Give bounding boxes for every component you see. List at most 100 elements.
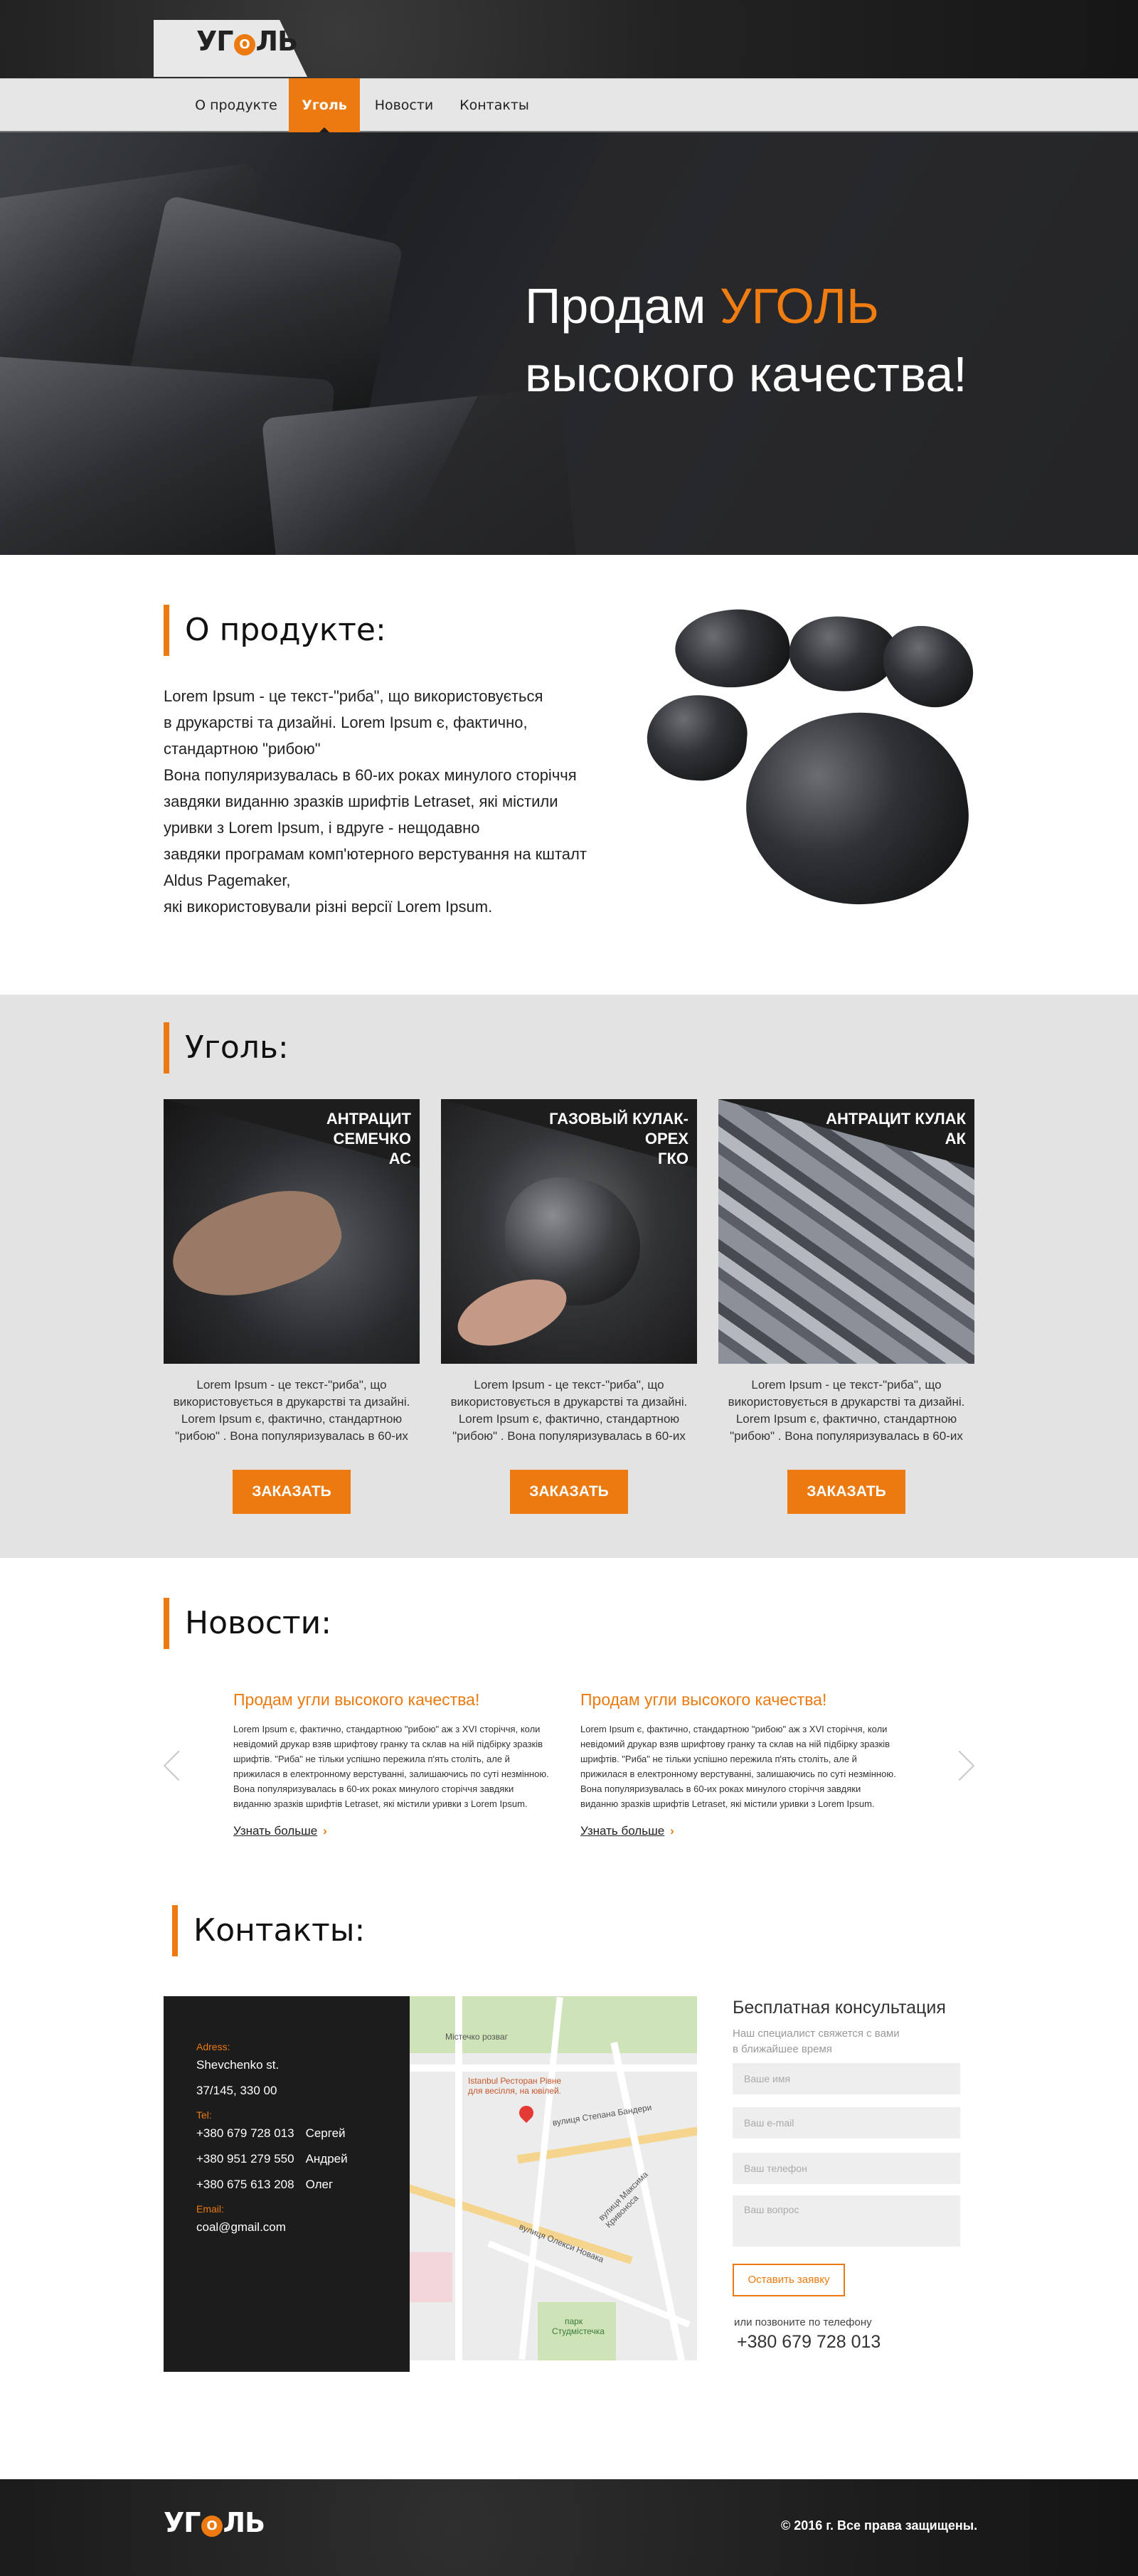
copyright-text: © 2016 г. Все права защищены. — [781, 2518, 978, 2533]
phone-number[interactable]: +380 951 279 550 — [196, 2152, 294, 2166]
about-text-line: які використовували різні версії Lorem I… — [164, 898, 493, 916]
product-image-anthracite-seed[interactable]: АНТРАЦИТ СЕМЕЧКО АС — [164, 1099, 420, 1364]
product-title-line2: АС — [388, 1150, 411, 1167]
phone-row[interactable]: +380 679 728 013 Сергей — [196, 2121, 410, 2146]
chevron-right-icon: › — [323, 1824, 327, 1838]
product-description: Lorem Ipsum - це текст-"риба", що викори… — [441, 1377, 697, 1445]
news-item-text: Lorem Ipsum є, фактично, стандартною "ри… — [233, 1722, 568, 1811]
address-label: Adress: — [196, 2041, 230, 2052]
nav-item-contacts[interactable]: Контакты — [455, 78, 533, 132]
news-text-line: Lorem Ipsum є, фактично, стандартною "ри… — [580, 1724, 888, 1734]
contacts-heading: Контакты: — [172, 1905, 365, 1956]
news-read-more-link[interactable]: Узнать больше › — [580, 1824, 674, 1838]
product-title: АНТРАЦИТ КУЛАК АК — [802, 1109, 966, 1149]
news-text-line: виданню зразків шрифтів Letraset, які мі… — [233, 1798, 528, 1809]
about-text-line: Вона популяризувалась в 60-их роках мину… — [164, 766, 577, 784]
news-item-title[interactable]: Продам угли высокого качества! — [233, 1690, 479, 1710]
nav-item-about[interactable]: О продукте — [188, 78, 284, 132]
coal-chunk — [669, 606, 796, 698]
phone-row[interactable]: +380 951 279 550 Андрей — [196, 2146, 410, 2172]
phone-field[interactable] — [733, 2153, 960, 2184]
coal-chunk — [873, 617, 974, 716]
nav-item-coal[interactable]: Уголь — [289, 78, 360, 132]
product-description: Lorem Ipsum - це текст-"риба", що викори… — [164, 1377, 420, 1445]
consultation-subtitle-line: Наш специалист свяжется с вами — [733, 2028, 900, 2040]
product-title-line1: ГАЗОВЫЙ КУЛАК-ОРЕХ — [549, 1110, 688, 1147]
product-description-line: використовується в друкарстві та дизайні… — [450, 1395, 688, 1409]
product-image-gas-coal[interactable]: ГАЗОВЫЙ КУЛАК-ОРЕХ ГКО — [441, 1099, 697, 1364]
about-text-line: завдяки виданню зразків шрифтів Letraset… — [164, 793, 558, 810]
email-link[interactable]: coal@gmail.com — [196, 2215, 410, 2240]
phone-number[interactable]: +380 675 613 208 — [196, 2178, 294, 2191]
product-description-line: використовується в друкарстві та дизайні… — [728, 1395, 965, 1409]
order-button[interactable]: ЗАКАЗАТЬ — [510, 1470, 628, 1514]
news-text-line: Lorem Ipsum є, фактично, стандартною "ри… — [233, 1724, 541, 1734]
product-description-line: Lorem Ipsum - це текст-"риба", що — [196, 1378, 387, 1392]
product-title-line1: АНТРАЦИТ КУЛАК — [826, 1110, 966, 1128]
about-text-line: уривки з Lorem Ipsum, і вдруге - нещодав… — [164, 819, 480, 837]
contact-info-box: Adress: Shevchenko st. 37/145, 330 00 Te… — [164, 1996, 410, 2372]
nav-item-news[interactable]: Новости — [370, 78, 438, 132]
about-text-line: Aldus Pagemaker, — [164, 871, 291, 889]
call-us-phone[interactable]: +380 679 728 013 — [737, 2332, 881, 2353]
about-heading: О продукте: — [164, 605, 386, 656]
question-field[interactable] — [733, 2195, 960, 2247]
email-field[interactable] — [733, 2107, 960, 2138]
product-description-line: "рибою" . Вона популяризувалась в 60-их — [452, 1429, 686, 1443]
news-read-more-link[interactable]: Узнать больше › — [233, 1824, 327, 1838]
phone-number[interactable]: +380 679 728 013 — [196, 2126, 294, 2140]
news-text-line: Вона популяризувалась в 60-их роках мину… — [233, 1783, 514, 1794]
tel-label: Tel: — [196, 2109, 212, 2121]
consultation-subtitle: Наш специалист свяжется с вами в ближайш… — [733, 2026, 939, 2057]
hand-shape — [164, 1175, 352, 1315]
hero-title: Продам УГОЛЬ высокого качества! — [525, 272, 967, 408]
email-label: Email: — [196, 2203, 224, 2215]
carousel-next-icon[interactable] — [944, 1750, 975, 1781]
hero-title-prefix: Продам — [525, 278, 720, 334]
logo-text-start: УГ — [196, 26, 234, 57]
product-description-line: використовується в друкарстві та дизайні… — [173, 1395, 410, 1409]
product-title: ГАЗОВЫЙ КУЛАК-ОРЕХ ГКО — [525, 1109, 688, 1169]
about-coal-image — [626, 606, 974, 926]
call-us-text: или позвоните по телефону — [734, 2316, 872, 2328]
main-nav — [0, 78, 1138, 132]
phone-row[interactable]: +380 675 613 208 Олег — [196, 2172, 410, 2198]
order-button[interactable]: ЗАКАЗАТЬ — [233, 1470, 351, 1514]
carousel-prev-icon[interactable] — [163, 1750, 194, 1781]
map-pink-area — [410, 2252, 452, 2302]
address-line: Shevchenko st. — [196, 2058, 280, 2072]
address-line: 37/145, 330 00 — [196, 2084, 277, 2097]
news-read-more-label: Узнать больше — [580, 1824, 665, 1838]
hero-title-highlight: УГОЛЬ — [719, 278, 879, 334]
news-text-line: невідомий друкар взяв шрифтову гранку та… — [233, 1739, 543, 1749]
product-description-line: Lorem Ipsum є, фактично, стандартною — [181, 1412, 403, 1426]
product-description-line: Lorem Ipsum є, фактично, стандартною — [458, 1412, 680, 1426]
map-pin-icon[interactable] — [516, 2102, 537, 2124]
location-map[interactable]: Містечко розваг Istanbul Ресторан Рівне … — [410, 1996, 697, 2360]
product-description-line: Lorem Ipsum - це текст-"риба", що — [474, 1378, 664, 1392]
phone-contact-name: Андрей — [305, 2152, 348, 2166]
product-image-anthracite-fist[interactable]: АНТРАЦИТ КУЛАК АК — [718, 1099, 974, 1364]
logo-text-end: ЛЬ — [255, 26, 299, 57]
news-item-title[interactable]: Продам угли высокого качества! — [580, 1690, 826, 1710]
site-logo[interactable]: УГ O ЛЬ — [196, 26, 299, 57]
logo-text-end: ЛЬ — [223, 2507, 266, 2538]
about-text: Lorem Ipsum - це текст-"риба", що викори… — [164, 683, 647, 920]
news-text-line: Вона популяризувалась в 60-их роках мину… — [580, 1783, 861, 1794]
map-label: Містечко розваг — [445, 2032, 508, 2042]
logo-mark-icon: O — [233, 34, 255, 55]
order-button[interactable]: ЗАКАЗАТЬ — [787, 1470, 905, 1514]
product-title: АНТРАЦИТ СЕМЕЧКО АС — [248, 1109, 411, 1169]
product-description: Lorem Ipsum - це текст-"риба", що викори… — [718, 1377, 974, 1445]
news-text-line: прижилася в електронному верстуванні, за… — [580, 1769, 896, 1779]
about-text-line: стандартною "рибою" — [164, 740, 321, 758]
coal-chunk — [644, 691, 750, 785]
phone-contact-name: Сергей — [305, 2126, 346, 2140]
news-item-text: Lorem Ipsum є, фактично, стандартною "ри… — [580, 1722, 915, 1811]
about-text-line: в друкарстві та дизайні. Lorem Ipsum є, … — [164, 714, 528, 731]
name-field[interactable] — [733, 2063, 960, 2094]
submit-request-button[interactable]: Оставить заявку — [733, 2264, 845, 2296]
phone-contact-name: Олег — [305, 2178, 334, 2191]
map-label: Студмістечка — [552, 2326, 605, 2336]
footer-logo[interactable]: УГ O ЛЬ — [164, 2507, 265, 2538]
